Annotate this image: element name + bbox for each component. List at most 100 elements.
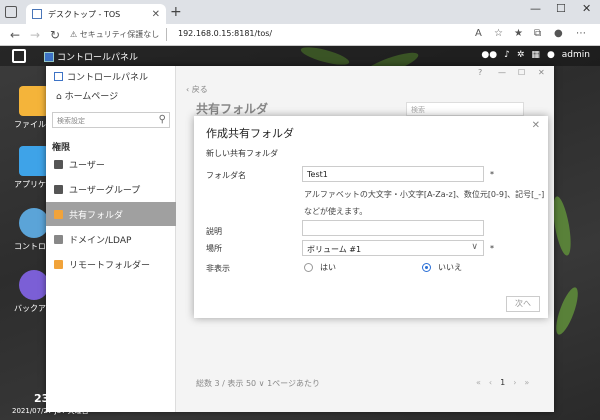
hidden-yes-radio[interactable]: はい [304, 262, 336, 273]
control-panel-icon [54, 72, 63, 81]
tab-close-icon[interactable]: ✕ [152, 9, 160, 20]
search-icon[interactable]: ⚲ [159, 114, 166, 125]
security-warning[interactable]: ⚠ セキュリティ保護なし [70, 29, 159, 40]
gear-icon [19, 208, 49, 238]
folder-name-input[interactable]: Test1 [302, 166, 484, 182]
description-label: 説明 [206, 227, 222, 236]
browser-tab[interactable]: デスクトップ - TOS ✕ [26, 4, 166, 24]
window-minimize-button[interactable]: — [498, 68, 506, 77]
url-field[interactable]: 192.168.0.15:8181/tos/ [178, 29, 272, 38]
first-page-button[interactable]: « [476, 378, 481, 387]
pagination-summary: 総数 3 / 表示 50 ∨ 1ページあたり [196, 379, 321, 388]
desktop-clock: 23:02:10 [34, 392, 89, 405]
control-panel-sidebar: コントロールパネル ⌂ ホームページ 検索設定 ⚲ 権限 ユーザー ユーザーグル… [46, 66, 176, 412]
remote-folder-icon [54, 259, 63, 269]
profile-icon[interactable]: ● [554, 28, 563, 39]
last-page-button[interactable]: » [524, 378, 529, 387]
new-tab-button[interactable]: + [170, 4, 182, 20]
tos-favicon-icon [32, 9, 42, 19]
settings-search-placeholder: 検索設定 [57, 117, 85, 125]
favorites-icon[interactable]: ★ [514, 28, 523, 39]
browser-tab-bar: デスクトップ - TOS ✕ + — ☐ ✕ [0, 0, 600, 24]
shopping-bag-icon [19, 146, 49, 176]
dialog-title: 作成共有フォルダ [206, 127, 294, 140]
sidebar-item-users[interactable]: ユーザー [46, 152, 176, 176]
address-bar: ← → ↻ ⚠ セキュリティ保護なし 192.168.0.15:8181/tos… [0, 24, 600, 46]
hidden-yes-label: はい [320, 263, 336, 272]
settings-icon[interactable]: ✲ [517, 50, 525, 60]
maximize-button[interactable]: ☐ [556, 2, 566, 15]
window-close-button[interactable]: ✕ [538, 68, 545, 77]
sidebar-item-label: ユーザー [69, 160, 105, 171]
sidebar-item-user-groups[interactable]: ユーザーグループ [46, 177, 176, 201]
sidebar-item-shared-folders[interactable]: 共有フォルダ [46, 202, 176, 226]
dialog-close-button[interactable]: ✕ [532, 120, 540, 131]
domain-icon [54, 234, 63, 244]
create-shared-folder-dialog: 作成共有フォルダ ✕ 新しい共有フォルダ フォルダ名 Test1 * アルファベ… [194, 116, 548, 318]
users-icon [54, 184, 63, 194]
chat-icon[interactable]: ●● [481, 50, 497, 60]
leaf-decoration [551, 285, 583, 337]
required-mark: * [490, 244, 494, 253]
close-window-button[interactable]: ✕ [582, 2, 591, 15]
hidden-label: 非表示 [206, 264, 230, 273]
description-input[interactable] [302, 220, 484, 236]
sidebar-title-text: コントロールパネル [67, 73, 149, 83]
more-icon[interactable]: ⋯ [576, 28, 586, 39]
folder-name-hint-cont: などが使えます。 [304, 207, 368, 216]
control-panel-icon [44, 51, 54, 62]
security-label: セキュリティ保護なし [79, 30, 160, 39]
forward-button[interactable]: → [30, 28, 40, 42]
location-value: ボリューム #1 [307, 245, 362, 254]
content-search-placeholder: 検索 [411, 106, 425, 114]
sidebar-item-domain-ldap[interactable]: ドメイン/LDAP [46, 227, 176, 251]
settings-search-input[interactable]: 検索設定 ⚲ [52, 112, 170, 128]
favorite-star-icon[interactable]: ☆ [494, 28, 503, 39]
hidden-no-radio[interactable]: いいえ [422, 262, 462, 273]
taskbar-control-panel-label: コントロールパネル [57, 53, 139, 63]
clock-icon [19, 270, 49, 300]
reader-icon[interactable]: A [475, 28, 482, 39]
back-button[interactable]: ← [10, 28, 20, 42]
sidebar-item-remote-folders[interactable]: リモートフォルダー [46, 252, 176, 276]
sidebar-home-label: ホームページ [64, 92, 119, 102]
reload-button[interactable]: ↻ [50, 28, 60, 42]
user-icon[interactable]: ● [547, 50, 555, 60]
required-mark: * [490, 170, 494, 179]
minimize-button[interactable]: — [530, 2, 541, 15]
radio-selected-icon [422, 263, 431, 272]
sidebar-item-label: 共有フォルダ [69, 210, 124, 221]
next-page-button[interactable]: › [513, 378, 516, 387]
desktop-top-bar: コントロールパネル ●● ♪ ✲ ▦ ● admin [0, 46, 600, 66]
divider [166, 28, 167, 41]
sidebar-item-label: リモートフォルダー [69, 260, 151, 271]
next-button[interactable]: 次へ [506, 296, 540, 312]
username[interactable]: admin [562, 50, 590, 60]
user-icon [54, 159, 63, 169]
shared-folder-icon [54, 209, 63, 219]
pagination: « ‹ 1 › » [476, 378, 529, 387]
chevron-down-icon: ∨ [471, 242, 478, 252]
apps-icon[interactable]: ▦ [531, 50, 540, 60]
back-link[interactable]: ‹ 戻る [186, 84, 208, 95]
tos-logo-icon[interactable] [12, 49, 26, 63]
desktop-date: 2021/07/27 JST 火曜日 [12, 407, 89, 415]
taskbar-control-panel[interactable]: コントロールパネル [44, 50, 138, 63]
content-search-input[interactable]: 検索 [406, 102, 524, 116]
prev-page-button[interactable]: ‹ [489, 378, 492, 387]
help-button[interactable]: ? [478, 68, 482, 77]
top-bar-tools: ●● ♪ ✲ ▦ ● admin [481, 50, 590, 60]
location-label: 場所 [206, 244, 222, 253]
sidebar-item-label: ドメイン/LDAP [69, 235, 132, 246]
notification-icon[interactable]: ♪ [504, 50, 510, 60]
sidebar-item-label: ユーザーグループ [69, 185, 141, 196]
window-maximize-button[interactable]: ☐ [518, 68, 525, 77]
location-select[interactable]: ボリューム #1 ∨ [302, 240, 484, 256]
folder-name-label: フォルダ名 [206, 171, 246, 180]
current-page[interactable]: 1 [500, 378, 505, 387]
tab-title: デスクトップ - TOS [48, 9, 121, 19]
window-menu-icon[interactable] [5, 6, 17, 18]
sidebar-home-link[interactable]: ⌂ ホームページ [56, 89, 118, 102]
dialog-subtitle: 新しい共有フォルダ [206, 149, 278, 158]
collections-icon[interactable]: ⧉ [534, 28, 541, 39]
